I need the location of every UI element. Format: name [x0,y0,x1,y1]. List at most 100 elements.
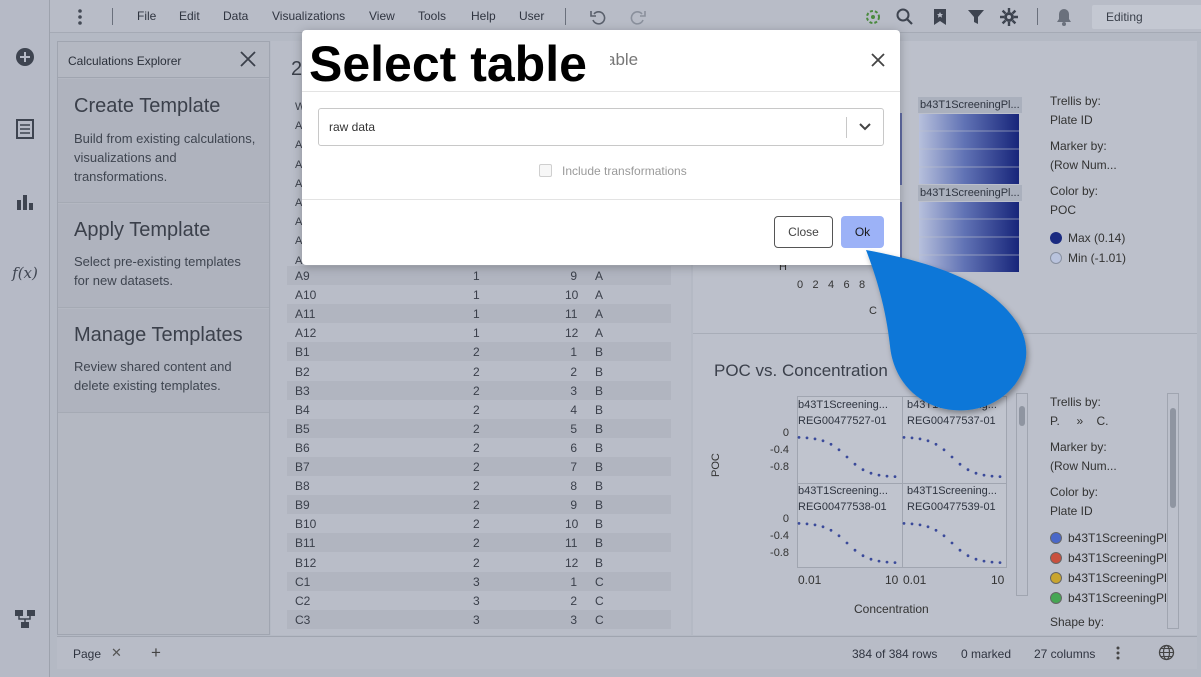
menu-user[interactable]: User [519,9,544,23]
table-cell: 2 [570,364,577,379]
include-transformations-checkbox[interactable] [539,164,552,177]
checkbox-label: Include transformations [562,164,687,178]
panel-header: Calculations Explorer [58,42,269,78]
undo-icon[interactable] [588,7,608,27]
table-row[interactable]: C3 3 3 C [287,609,671,629]
create-template-section[interactable]: Create Template Build from existing calc… [58,79,269,203]
add-icon[interactable] [13,45,37,69]
data-point [934,528,938,532]
menu-data[interactable]: Data [223,9,248,23]
divider [112,8,113,25]
notification-bell-icon[interactable] [1054,7,1074,27]
data-point [893,475,897,478]
section-description: Review shared content and delete existin… [74,359,232,393]
table-row[interactable]: A9 1 9 A [287,266,671,285]
chevron-down-icon[interactable] [857,119,873,135]
menu-edit[interactable]: Edit [179,9,200,23]
gear-icon[interactable] [999,7,1019,27]
table-row[interactable]: B11 2 11 B [287,533,671,553]
function-icon[interactable]: f(x) [12,261,38,285]
legend-label: b43T1ScreeningPla [1068,591,1166,605]
mode-dropdown[interactable]: Editing [1092,5,1201,29]
data-point [918,523,922,527]
table-cell: 2 [473,345,480,360]
data-point [813,523,817,527]
legend-swatch[interactable] [1050,592,1062,604]
table-row[interactable]: B7 2 7 B [287,457,671,476]
table-row[interactable]: B6 2 6 B [287,438,671,457]
table-row[interactable]: B1 2 1 B [287,342,671,362]
legend-scrollbar[interactable] [1167,393,1179,629]
data-point [829,442,833,446]
menu-view[interactable]: View [369,9,395,23]
ok-button[interactable]: Ok [841,216,884,248]
bar-chart-icon[interactable] [13,189,37,213]
table-row[interactable]: B2 2 2 B [287,362,671,381]
table-cell: 2 [473,421,480,436]
dialog-title: Select table [307,32,610,98]
table-cell: A10 [295,288,317,303]
table-row[interactable]: A12 1 12 A [287,323,671,342]
redo-icon[interactable] [628,7,648,27]
table-cell: B4 [295,402,310,417]
globe-icon[interactable] [1158,644,1175,664]
table-row[interactable]: B3 2 3 B [287,380,671,400]
bookmark-icon[interactable] [930,7,950,27]
menu-help[interactable]: Help [471,9,496,23]
y-tick: -0.8 [770,461,789,473]
table-select-dropdown[interactable]: raw data [318,108,884,146]
table-row[interactable]: A10 1 10 A [287,285,671,304]
table-row[interactable]: B12 2 12 B [287,553,671,572]
manage-templates-section[interactable]: Manage Templates Review shared content a… [58,309,269,413]
data-point [918,437,922,441]
data-table-icon[interactable] [13,117,37,141]
table-cell: 5 [570,421,577,436]
apply-template-section[interactable]: Apply Template Select pre-existing templ… [58,204,269,308]
filter-icon[interactable] [966,7,986,27]
table-row[interactable]: C2 3 2 C [287,591,671,610]
data-point [869,471,873,475]
table-cell: B9 [295,498,310,513]
table-row[interactable]: B9 2 9 B [287,495,671,515]
marker-value: (Row Num... [1050,459,1117,473]
ai-gear-icon[interactable] [863,7,883,27]
table-cell: 4 [570,402,577,417]
table-cell: 2 [473,555,480,570]
table-cell: C1 [295,574,311,589]
close-icon[interactable] [869,51,887,69]
close-button[interactable]: Close [774,216,833,248]
close-tab-icon[interactable]: ✕ [111,645,122,661]
table-cell: 9 [570,498,577,513]
table-cell: 11 [565,536,578,551]
more-vertical-icon[interactable] [70,7,90,27]
table-row[interactable]: B5 2 5 B [287,418,671,438]
table-row[interactable]: B4 2 4 B [287,400,671,419]
data-point [926,439,930,443]
vertical-scrollbar[interactable] [1016,393,1028,596]
table-row[interactable]: A11 1 11 A [287,304,671,324]
add-page-icon[interactable]: + [151,643,161,663]
menu-visualizations[interactable]: Visualizations [272,9,345,23]
data-point [974,557,978,561]
table-cell: 7 [570,460,577,474]
table-row[interactable]: B10 2 10 B [287,514,671,533]
data-point [893,561,897,564]
legend-swatch[interactable] [1050,552,1062,564]
table-row[interactable]: C1 3 1 C [287,571,671,591]
table-cell: B7 [295,460,310,474]
menu-tools[interactable]: Tools [418,9,446,23]
table-cell: A11 [295,307,316,322]
legend-swatch[interactable] [1050,532,1062,544]
close-icon[interactable] [239,50,257,68]
dropdown-value: raw data [329,120,376,134]
data-point [982,473,986,477]
page-tab[interactable]: Page [73,647,101,661]
menu-file[interactable]: File [137,9,156,23]
legend-swatch[interactable] [1050,572,1062,584]
search-icon[interactable] [895,7,915,27]
table-row[interactable]: B8 2 8 B [287,476,671,495]
more-vertical-icon[interactable] [1116,646,1120,663]
hierarchy-icon[interactable] [13,607,37,631]
table-cell: B12 [295,555,317,570]
data-point [797,522,801,525]
